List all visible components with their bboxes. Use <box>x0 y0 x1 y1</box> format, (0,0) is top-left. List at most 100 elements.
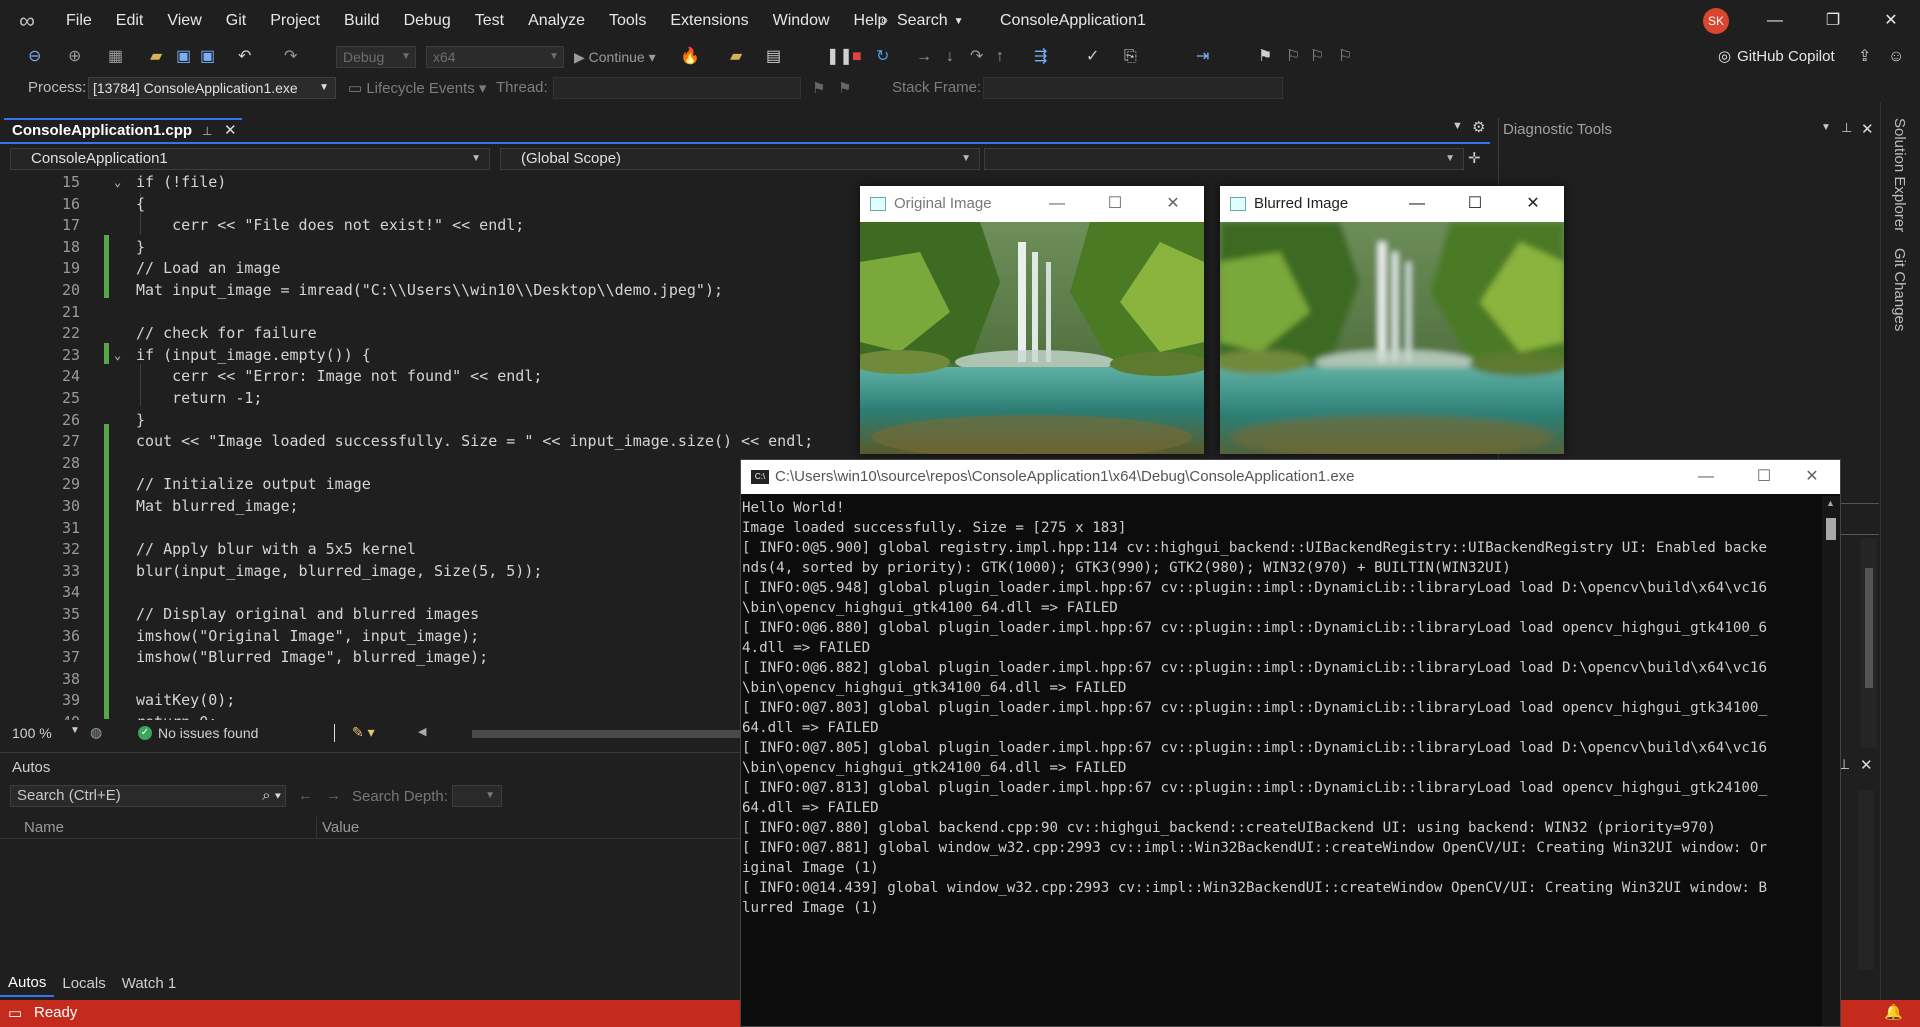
avatar[interactable]: SK <box>1703 8 1729 34</box>
menu-tools[interactable]: Tools <box>597 0 658 42</box>
fold-toggle-icon[interactable]: ⌄ <box>114 172 121 193</box>
health-icon[interactable]: ◍ <box>90 724 102 741</box>
continue-button[interactable]: ▶ Continue ▾ <box>574 46 656 68</box>
navigate-forward-icon[interactable]: ⊕ <box>68 46 81 68</box>
pin-icon[interactable]: ⊥ <box>1841 120 1852 136</box>
close-button[interactable]: ✕ <box>1868 0 1914 42</box>
search-forward-icon[interactable]: → <box>326 787 341 804</box>
open-folder-icon[interactable]: ▰ <box>150 46 162 68</box>
column-divider[interactable] <box>316 817 317 839</box>
restore-button[interactable]: ❐ <box>1810 0 1856 42</box>
feedback-icon[interactable]: ☺ <box>1888 46 1904 68</box>
zoom-level[interactable]: 100 % <box>12 725 52 741</box>
restart-icon[interactable]: ↻ <box>876 46 889 68</box>
menu-debug[interactable]: Debug <box>392 0 463 42</box>
search-back-icon[interactable]: ← <box>298 787 313 804</box>
chevron-down-icon[interactable]: ▼ <box>1821 122 1831 133</box>
indent-icon[interactable]: ⇥ <box>1196 46 1209 68</box>
project-select[interactable]: ConsoleApplication1 ▼ <box>10 148 490 170</box>
github-copilot-button[interactable]: ◎ GitHub Copilot <box>1718 46 1835 68</box>
share-icon[interactable]: ⇪ <box>1858 46 1871 68</box>
code-cleanup-icon[interactable]: ✎ ▾ <box>352 724 375 741</box>
break-all-icon[interactable]: ❚❚ <box>826 46 853 68</box>
tab-consoleapplication1-cpp[interactable]: ConsoleApplication1.cpp ⊥ ✕ <box>4 118 242 142</box>
column-header-value[interactable]: Value <box>322 819 359 836</box>
original-image-window[interactable]: Original Image — ☐ ✕ <box>860 186 1204 454</box>
column-header-name[interactable]: Name <box>24 819 64 836</box>
console-output[interactable]: Hello World! Image loaded successfully. S… <box>742 496 1820 1026</box>
vertical-scrollbar[interactable] <box>1861 538 1877 748</box>
notifications-icon[interactable]: 🔔 <box>1884 1003 1903 1021</box>
menu-test[interactable]: Test <box>463 0 516 42</box>
tab-watch-1[interactable]: Watch 1 <box>114 971 184 996</box>
redo-icon[interactable]: ↷ <box>284 46 297 68</box>
tab-solution-explorer[interactable]: Solution Explorer <box>1891 118 1908 232</box>
vertical-scrollbar[interactable] <box>1858 790 1874 970</box>
tab-git-changes[interactable]: Git Changes <box>1891 248 1908 331</box>
scope-select[interactable]: (Global Scope) ▼ <box>500 148 980 170</box>
fold-toggle-icon[interactable]: ⌄ <box>114 345 121 366</box>
minimize-button[interactable]: — <box>1388 186 1446 222</box>
scrollbar-thumb[interactable] <box>1826 518 1836 540</box>
menu-git[interactable]: Git <box>214 0 258 42</box>
blurred-image-window[interactable]: Blurred Image — ☐ ✕ <box>1220 186 1564 454</box>
search-depth-select[interactable]: ▼ <box>452 785 502 807</box>
split-editor-icon[interactable]: ✛ <box>1468 149 1481 167</box>
window-layout-icon[interactable]: ▤ <box>766 46 781 68</box>
menu-file[interactable]: File <box>54 0 104 42</box>
process-select[interactable]: [13784] ConsoleApplication1.exe ▼ <box>88 77 336 99</box>
search-icon[interactable]: ⌕ ▾ <box>262 786 281 806</box>
solution-configuration-select[interactable]: Debug ▼ <box>336 46 416 68</box>
close-panel-icon[interactable]: ✕ <box>1860 756 1873 774</box>
thread-select[interactable] <box>553 77 801 99</box>
issues-status[interactable]: No issues found <box>158 725 258 741</box>
pin-icon[interactable]: ⊥ <box>202 120 212 142</box>
search-button[interactable]: ⌕ Search ▼ <box>880 8 964 34</box>
minimize-button[interactable]: — <box>1752 0 1798 42</box>
save-icon[interactable]: ▣ <box>176 46 191 68</box>
undo-icon[interactable]: ↶ <box>238 46 251 68</box>
minimize-button[interactable]: — <box>1677 460 1735 494</box>
horizontal-scrollbar[interactable] <box>472 730 752 738</box>
stack-frame-select[interactable] <box>983 77 1283 99</box>
autos-search-input[interactable]: Search (Ctrl+E) ⌕ ▾ <box>10 785 286 807</box>
menu-edit[interactable]: Edit <box>104 0 156 42</box>
close-button[interactable]: ✕ <box>1783 460 1841 494</box>
scrollbar-thumb[interactable] <box>1865 568 1873 688</box>
close-panel-icon[interactable]: ✕ <box>1861 120 1874 138</box>
console-titlebar[interactable]: C:\ C:\Users\win10\source\repos\ConsoleA… <box>741 460 1840 494</box>
hot-reload-icon[interactable]: 🔥 <box>680 46 700 68</box>
maximize-button[interactable]: ☐ <box>1446 186 1504 222</box>
gear-icon[interactable]: ⚙ <box>1472 118 1485 136</box>
bookmark-icon[interactable]: ⚑ <box>1258 46 1272 68</box>
flag-icon[interactable]: ⚑ <box>812 79 825 97</box>
next-bookmark-icon[interactable]: ⚐ <box>1310 46 1324 68</box>
close-button[interactable]: ✕ <box>1144 186 1202 222</box>
hex-display-icon[interactable]: ⇶ <box>1034 46 1047 68</box>
scroll-left-icon[interactable]: ◀ <box>418 725 426 738</box>
close-tab-icon[interactable]: ✕ <box>224 120 237 142</box>
tab-autos[interactable]: Autos <box>0 970 55 997</box>
menu-build[interactable]: Build <box>332 0 392 42</box>
menu-analyze[interactable]: Analyze <box>516 0 597 42</box>
tab-locals[interactable]: Locals <box>54 971 113 996</box>
close-button[interactable]: ✕ <box>1504 186 1562 222</box>
maximize-button[interactable]: ☐ <box>1086 186 1144 222</box>
member-select[interactable]: ▼ <box>984 148 1464 170</box>
new-item-icon[interactable]: ▦ <box>108 46 123 68</box>
console-window[interactable]: C:\ C:\Users\win10\source\repos\ConsoleA… <box>740 459 1841 1027</box>
output-icon[interactable]: ▭ <box>8 1004 22 1022</box>
minimize-button[interactable]: — <box>1028 186 1086 222</box>
menu-view[interactable]: View <box>155 0 213 42</box>
step-out-icon[interactable]: ↑ <box>996 46 1004 68</box>
folder-icon[interactable]: ▰ <box>730 46 742 68</box>
save-all-icon[interactable]: ▣ <box>200 46 215 68</box>
menu-window[interactable]: Window <box>761 0 842 42</box>
previous-bookmark-icon[interactable]: ⚐ <box>1286 46 1300 68</box>
tab-overflow-icon[interactable]: ▼ <box>1452 120 1463 132</box>
step-into-icon[interactable]: ↓ <box>946 46 954 68</box>
clear-bookmarks-icon[interactable]: ⚐ <box>1338 46 1352 68</box>
spelling-icon[interactable]: ✓ <box>1086 46 1099 68</box>
solution-platform-select[interactable]: x64 ▼ <box>426 46 564 68</box>
show-next-statement-icon[interactable]: → <box>916 46 932 68</box>
